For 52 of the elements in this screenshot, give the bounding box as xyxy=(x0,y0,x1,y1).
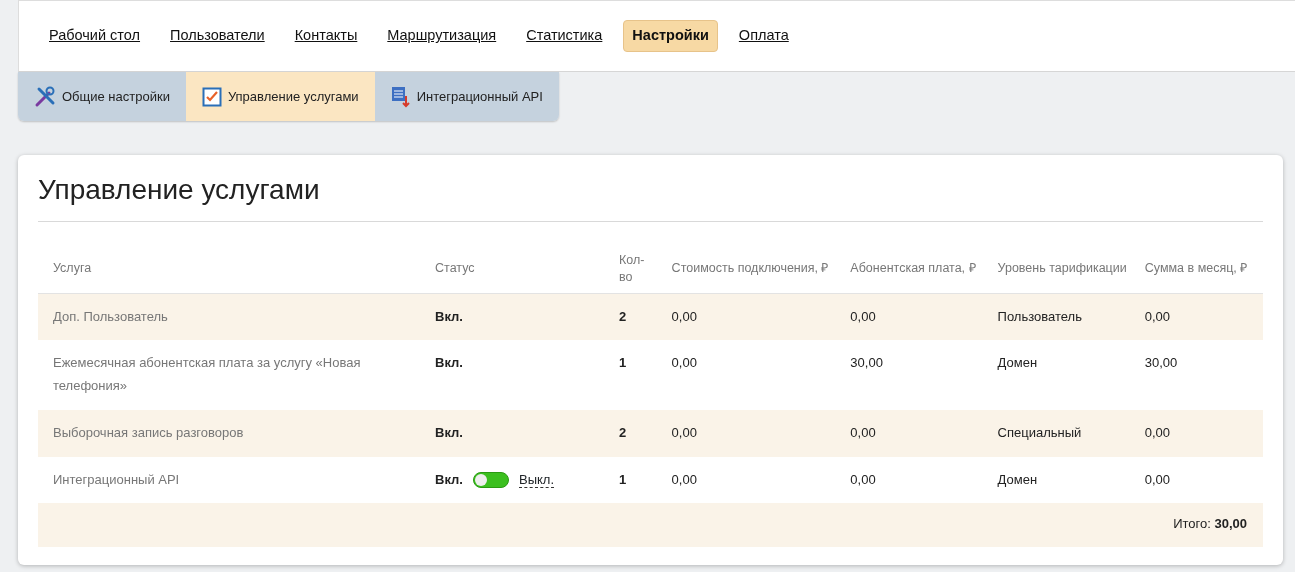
table-cell: 1 xyxy=(611,456,664,504)
table-cell: Вкл. xyxy=(427,340,612,410)
column-header: Стоимость подключения, ₽ xyxy=(663,245,843,294)
table-cell: 2 xyxy=(611,293,664,341)
nav-link[interactable]: Оплата xyxy=(729,20,798,52)
table-cell: 0,00 xyxy=(842,456,990,504)
table-cell: Домен xyxy=(989,340,1137,410)
table-cell: 0,00 xyxy=(663,293,843,341)
nav-link[interactable]: Статистика xyxy=(517,20,612,52)
column-header: Абонентская плата, ₽ xyxy=(842,245,990,294)
table-cell: Выборочная запись разговоров xyxy=(38,409,428,457)
tab[interactable]: Общие настройки xyxy=(18,72,186,121)
nav-link[interactable]: Контакты xyxy=(285,20,367,52)
table-cell: Пользователь xyxy=(989,293,1137,341)
total-text: Итого: 30,00 xyxy=(1173,516,1247,532)
tools-icon xyxy=(34,85,56,108)
toggle-switch[interactable] xyxy=(473,472,509,489)
table-cell: 0,00 xyxy=(663,409,843,457)
table-cell: Интеграционный API xyxy=(38,456,428,504)
status-label: Вкл. xyxy=(435,471,463,487)
column-header: Кол-во xyxy=(611,245,664,294)
table-cell: Вкл. xyxy=(427,409,612,457)
column-header: Уровень тарификации xyxy=(989,245,1137,294)
nav-link[interactable]: Пользователи xyxy=(161,20,274,52)
checkbox-icon xyxy=(201,86,222,107)
table-cell: 1 xyxy=(611,340,664,410)
tab[interactable]: Управление услугами xyxy=(185,72,375,121)
table-cell: 30,00 xyxy=(1136,340,1263,410)
nav-link[interactable]: Рабочий стол xyxy=(40,20,150,52)
table-cell: 0,00 xyxy=(663,456,843,504)
table-cell: Доп. Пользователь xyxy=(38,293,428,341)
tab[interactable]: Интеграционный API xyxy=(374,72,559,121)
table-cell: 0,00 xyxy=(1136,293,1263,341)
toggle-link[interactable]: Выкл. xyxy=(519,471,555,488)
nav-link[interactable]: Настройки xyxy=(623,20,718,52)
table-cell: 30,00 xyxy=(842,340,990,410)
table-cell: 0,00 xyxy=(663,340,843,410)
table-cell: Домен xyxy=(989,456,1137,504)
table-cell: 0,00 xyxy=(1136,409,1263,457)
table-cell: Специальный xyxy=(989,409,1137,457)
column-header: Сумма в месяц, ₽ xyxy=(1136,245,1263,294)
table-cell: 0,00 xyxy=(842,293,990,341)
panel-title: Управление услугами xyxy=(38,173,1263,222)
table-cell: 0,00 xyxy=(1136,456,1263,504)
column-header: Услуга xyxy=(38,245,428,294)
table-cell: Ежемесячная абонентская плата за услугу «Новая телефония» xyxy=(38,340,428,410)
table-cell: Вкл. xyxy=(427,293,612,341)
column-header: Статус xyxy=(427,245,612,294)
data-icon xyxy=(390,85,411,108)
table-cell: 2 xyxy=(611,409,664,457)
table-cell: 0,00 xyxy=(842,409,990,457)
nav-link[interactable]: Маршрутизация xyxy=(378,20,506,52)
